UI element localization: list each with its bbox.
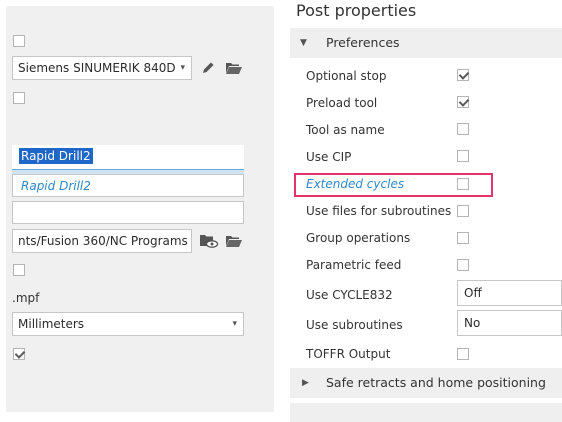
extension-label: .mpf (12, 291, 40, 305)
use-cycle832-select[interactable]: Off (457, 280, 562, 306)
post-properties-panel: Post properties ▼ Preferences Optional s… (290, 0, 562, 422)
chevron-down-icon: ▾ (180, 63, 185, 73)
machine-select-value: Siemens SINUMERIK 840D (18, 61, 176, 75)
program-name-selected-text: Rapid Drill2 (19, 148, 93, 164)
use-cip-checkbox[interactable] (457, 150, 469, 162)
machine-select[interactable]: Siemens SINUMERIK 840D ▾ (12, 56, 192, 80)
use-subroutines-select[interactable]: No (457, 310, 562, 336)
parametric-feed-checkbox[interactable] (457, 259, 469, 271)
group-operations-checkbox[interactable] (457, 232, 469, 244)
left-checkbox-4[interactable] (13, 348, 25, 360)
suggestion-text: Rapid Drill2 (21, 179, 91, 193)
use-cycle832-value: Off (464, 286, 482, 300)
use-subroutines-value: No (464, 316, 481, 330)
triangle-down-icon: ▼ (300, 38, 307, 48)
triangle-right-icon: ▶ (302, 378, 309, 388)
extended-cycles-checkbox[interactable] (457, 178, 469, 190)
post-properties-title: Post properties (296, 1, 417, 20)
row-toffr-output-label: TOFFR Output (306, 347, 391, 361)
output-folder-value: nts/Fusion 360/NC Programs (18, 234, 188, 248)
use-files-for-subroutines-checkbox[interactable] (457, 205, 469, 217)
folder-eye-icon[interactable] (199, 234, 219, 248)
preload-tool-checkbox[interactable] (457, 96, 469, 108)
row-use-files-label: Use files for subroutines (306, 204, 452, 218)
section-safe-retracts-label: Safe retracts and home positioning (326, 375, 546, 390)
row-preload-tool-label: Preload tool (306, 96, 378, 110)
left-checkbox-3[interactable] (13, 264, 25, 276)
section-preferences-label: Preferences (326, 35, 400, 50)
optional-stop-checkbox[interactable] (457, 69, 469, 81)
section-safe-retracts[interactable]: ▶ Safe retracts and home positioning (290, 368, 562, 398)
left-checkbox-1[interactable] (13, 35, 25, 47)
row-optional-stop-label: Optional stop (306, 69, 387, 83)
row-extended-cycles-label: Extended cycles (306, 177, 405, 191)
row-parametric-feed-label: Parametric feed (306, 258, 402, 272)
section-next[interactable] (290, 403, 562, 422)
chevron-down-icon: ▾ (232, 319, 237, 329)
row-use-subroutines-label: Use subroutines (306, 318, 403, 332)
row-use-cycle832-label: Use CYCLE832 (306, 288, 393, 302)
autocomplete-suggestion[interactable]: Rapid Drill2 (12, 174, 244, 197)
left-checkbox-2[interactable] (13, 92, 25, 104)
toffr-output-checkbox[interactable] (457, 348, 469, 360)
tool-as-name-checkbox[interactable] (457, 123, 469, 135)
units-select-value: Millimeters (18, 317, 85, 331)
folder-open-icon[interactable] (225, 61, 243, 75)
pencil-icon[interactable] (200, 60, 216, 76)
program-name-input[interactable]: Rapid Drill2 (12, 145, 244, 170)
row-tool-as-name-label: Tool as name (306, 123, 385, 137)
row-group-operations-label: Group operations (306, 231, 411, 245)
folder-open-icon[interactable] (225, 234, 243, 248)
units-select[interactable]: Millimeters ▾ (12, 312, 244, 336)
row-use-cip-label: Use CIP (306, 150, 352, 164)
program-comment-input[interactable] (12, 201, 244, 224)
section-preferences[interactable]: ▼ Preferences (290, 28, 562, 58)
output-folder-input[interactable]: nts/Fusion 360/NC Programs (12, 229, 192, 253)
